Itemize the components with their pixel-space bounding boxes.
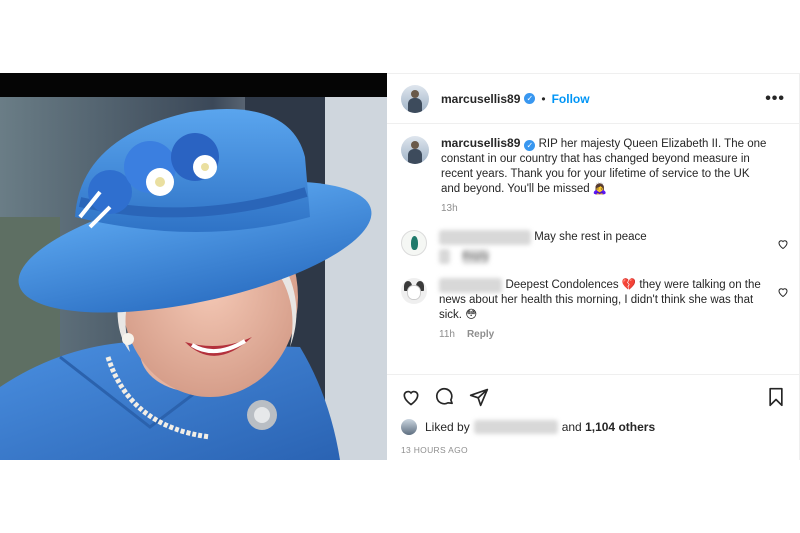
caption-author[interactable]: marcusellis89 (441, 136, 520, 150)
likes-and: and (561, 420, 582, 434)
caption-time[interactable]: 13h (441, 203, 458, 214)
photo-top-band (0, 73, 387, 97)
comments-list: marcusellis89 ✓ RIP her majesty Queen Eli… (387, 124, 799, 356)
photo-queen-blue-hat (0, 97, 387, 460)
author-avatar[interactable] (401, 84, 429, 113)
comment-text: May she rest in peace (534, 231, 647, 243)
heart-icon[interactable] (401, 387, 421, 407)
post-photo[interactable] (0, 73, 387, 460)
author-avatar[interactable] (401, 136, 429, 164)
verified-badge-icon: ✓ (524, 140, 536, 151)
commenter-avatar[interactable] (401, 278, 427, 304)
author-username[interactable]: marcusellis89 (441, 92, 520, 106)
likes-summary: Liked by xxxxxxxxxxxxxx and 1,104 others (401, 419, 786, 435)
like-comment-heart-icon[interactable] (777, 286, 789, 298)
list-item: xxxxxxxxxxx Deepest Condolences 💔 they w… (401, 278, 788, 342)
separator-dot: • (541, 91, 546, 106)
post-timestamp[interactable]: 13 HOURS AGO (401, 445, 786, 455)
comment-time[interactable]: 11h (439, 329, 455, 340)
post-side-panel: marcusellis89 ✓ • Follow ••• marcusellis… (387, 73, 800, 460)
follow-button[interactable]: Follow (552, 92, 590, 106)
comment-time: 4h (439, 249, 451, 264)
commenter-username[interactable]: xxxxxxxxxxxxxxxx (439, 230, 531, 245)
instagram-post: marcusellis89 ✓ • Follow ••• marcusellis… (0, 73, 800, 460)
reply-button[interactable]: Reply (462, 249, 490, 264)
verified-badge-icon: ✓ (524, 93, 536, 104)
like-comment-heart-icon[interactable] (777, 238, 789, 250)
liker-avatar[interactable] (401, 419, 417, 435)
post-header: marcusellis89 ✓ • Follow ••• (387, 74, 799, 124)
action-icons (401, 383, 786, 409)
share-icon[interactable] (469, 387, 489, 407)
liked-by-label: Liked by (425, 420, 470, 434)
list-item: xxxxxxxxxxxxxxxx May she rest in peace 4… (401, 230, 788, 264)
likes-others[interactable]: 1,104 others (585, 420, 655, 434)
reply-button[interactable]: Reply (467, 329, 494, 340)
comment-icon[interactable] (435, 387, 455, 407)
commenter-username[interactable]: xxxxxxxxxxx (439, 278, 503, 293)
more-options-icon[interactable]: ••• (765, 90, 785, 108)
bookmark-icon[interactable] (766, 387, 786, 407)
post-actions: Liked by xxxxxxxxxxxxxx and 1,104 others… (387, 374, 800, 455)
caption: marcusellis89 ✓ RIP her majesty Queen Eli… (401, 136, 785, 216)
liker-username[interactable]: xxxxxxxxxxxxxx (473, 420, 558, 434)
commenter-avatar[interactable] (401, 230, 427, 256)
